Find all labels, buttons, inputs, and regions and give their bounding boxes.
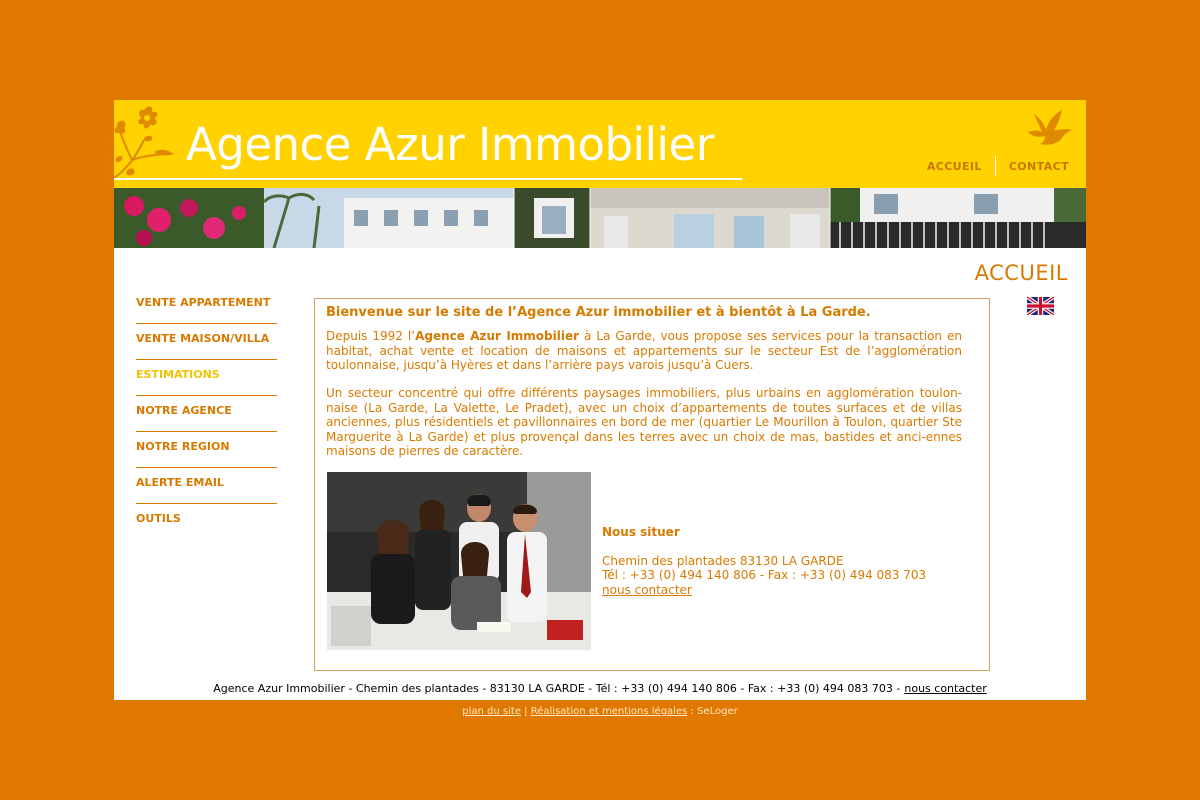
sidebar-navigation: VENTE APPARTEMENT VENTE MAISON/VILLA EST…: [136, 288, 277, 539]
page-heading: ACCUEIL: [974, 261, 1068, 285]
nav-accueil-link[interactable]: ACCUEIL: [927, 160, 982, 173]
flower-branch-icon: [114, 106, 174, 179]
sector-paragraph: Un secteur concentré qui offre différent…: [326, 386, 962, 458]
footer: Agence Azur Immobilier - Chemin des plan…: [114, 682, 1086, 695]
credit-text: : SeLoger: [690, 706, 738, 717]
contact-link[interactable]: nous contacter: [602, 583, 692, 597]
sidebar-item-notre-region[interactable]: NOTRE REGION: [136, 432, 277, 468]
sidebar-item-vente-appartement[interactable]: VENTE APPARTEMENT: [136, 288, 277, 324]
header-banner-photo: [114, 188, 1086, 248]
page-frame: Agence Azur Immobilier ACCUEIL CONTACT A…: [114, 100, 1086, 700]
contact-phone: Tél : +33 (0) 494 140 806 - Fax : +33 (0…: [602, 568, 927, 582]
main-content-box: Bienvenue sur le site de l’Agence Azur i…: [314, 298, 990, 671]
footer-contact-link[interactable]: nous contacter: [904, 682, 986, 695]
uk-flag-icon[interactable]: [1027, 297, 1054, 315]
site-title: Agence Azur Immobilier: [186, 118, 714, 171]
sidebar-item-estimations[interactable]: ESTIMATIONS: [136, 360, 277, 396]
sidebar-item-alerte-email[interactable]: ALERTE EMAIL: [136, 468, 277, 504]
nav-contact-link[interactable]: CONTACT: [1009, 160, 1069, 173]
bottom-separator: |: [524, 706, 528, 717]
sidebar-item-notre-agence[interactable]: NOTRE AGENCE: [136, 396, 277, 432]
bottom-links: plan du site | Réalisation et mentions l…: [0, 706, 1200, 717]
intro-paragraph: Depuis 1992 l’Agence Azur Immobilier à L…: [326, 329, 962, 373]
legal-link[interactable]: Réalisation et mentions légales: [531, 706, 688, 717]
sidebar-item-vente-maison-villa[interactable]: VENTE MAISON/VILLA: [136, 324, 277, 360]
contact-block: Nous situer Chemin des plantades 83130 L…: [602, 525, 926, 597]
nav-separator: [994, 156, 996, 176]
dove-icon: [1028, 110, 1072, 145]
sitemap-link[interactable]: plan du site: [462, 706, 521, 717]
contact-heading: Nous situer: [602, 525, 680, 539]
agency-name-bold: Agence Azur Immobilier: [415, 329, 580, 343]
title-underline: [114, 178, 742, 180]
header: Agence Azur Immobilier ACCUEIL CONTACT: [114, 100, 1086, 188]
footer-text: Agence Azur Immobilier - Chemin des plan…: [213, 682, 901, 695]
top-navigation: ACCUEIL CONTACT: [927, 156, 1069, 176]
sidebar-item-outils[interactable]: OUTILS: [136, 504, 277, 539]
intro-text-start: Depuis 1992 l’: [326, 329, 416, 343]
team-photo: [327, 472, 591, 650]
welcome-heading: Bienvenue sur le site de l’Agence Azur i…: [326, 305, 871, 320]
contact-address: Chemin des plantades 83130 LA GARDE: [602, 553, 844, 568]
